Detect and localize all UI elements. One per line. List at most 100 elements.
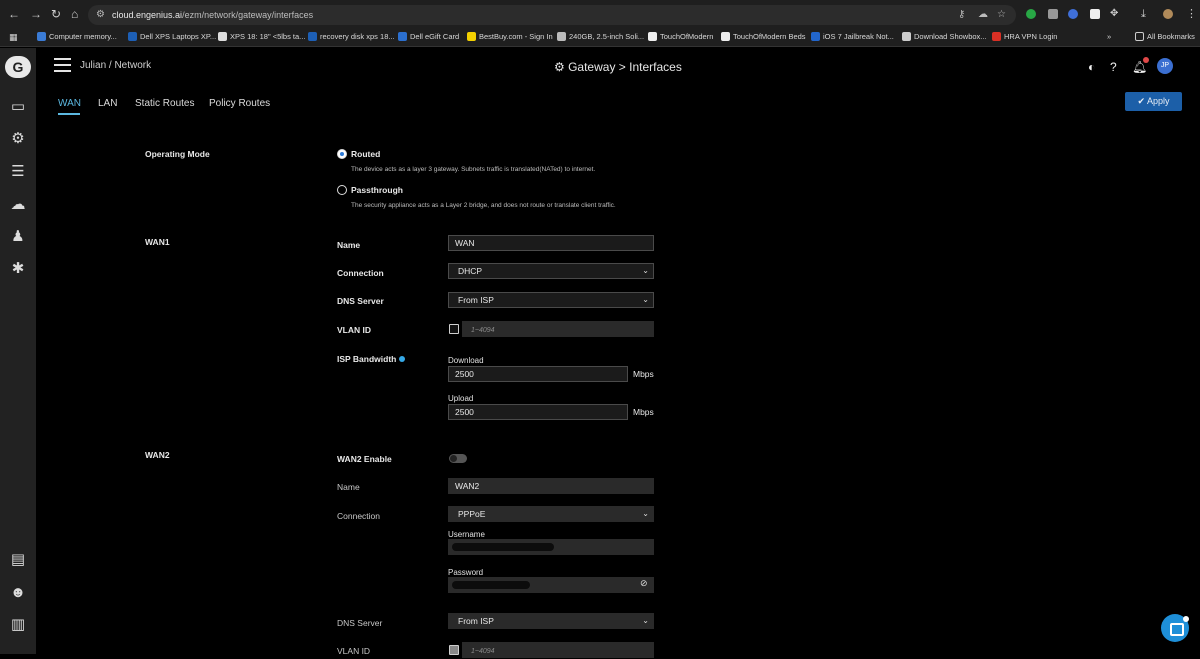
tab-wan[interactable]: WAN [58, 98, 81, 109]
extension-icon[interactable] [1068, 9, 1078, 19]
avatar[interactable]: JP [1157, 58, 1173, 74]
passthrough-label[interactable]: Passthrough [351, 185, 403, 195]
wan2-vlan-label: VLAN ID [337, 646, 371, 656]
breadcrumb[interactable]: Julian / Network [80, 60, 151, 71]
check-icon: ✔ [1137, 96, 1148, 106]
back-icon[interactable]: ← [8, 8, 20, 20]
gear-icon: ⚙ [554, 60, 569, 74]
bookmark[interactable]: BestBuy.com - Sign In [467, 32, 553, 41]
wan2-enable-toggle[interactable] [449, 454, 467, 463]
cloud-icon[interactable]: ☁ [978, 9, 988, 20]
username-label: Username [448, 530, 485, 539]
wan2-section-title: WAN2 [145, 450, 170, 460]
wan1-dns-select[interactable]: From ISP ⌄ [448, 292, 654, 308]
routed-radio[interactable] [337, 149, 347, 159]
list-icon[interactable]: ☰ [8, 163, 28, 181]
cloud-icon[interactable]: ☁ [8, 196, 28, 214]
magic-wand-icon[interactable]: ✱ [8, 260, 28, 278]
user-icon[interactable]: ♟ [8, 228, 28, 246]
upload-unit: Mbps [633, 407, 654, 417]
passthrough-description: The security appliance acts as a Layer 2… [351, 202, 616, 209]
site-info-icon[interactable]: ⚙ [96, 9, 105, 20]
tab-policy-routes[interactable]: Policy Routes [209, 98, 270, 109]
wan2-name-input[interactable]: WAN2 [448, 478, 654, 494]
extension-icon[interactable] [1026, 9, 1036, 19]
bookmark[interactable]: Download Showbox... [902, 32, 987, 41]
apps-grid-icon[interactable]: ▦ [9, 32, 18, 43]
chevron-right-icon[interactable]: » [1107, 32, 1111, 41]
chevron-down-icon: ⌄ [642, 266, 649, 275]
bookmark[interactable]: HRA VPN Login [992, 32, 1057, 41]
wan2-name-label: Name [337, 482, 360, 492]
reload-icon[interactable]: ↻ [51, 8, 61, 20]
bookmark[interactable]: iOS 7 Jailbreak Not... [811, 32, 894, 41]
chevron-down-icon: ⌄ [642, 295, 649, 304]
engenius-logo[interactable]: G [5, 56, 31, 78]
tab-lan[interactable]: LAN [98, 98, 117, 109]
info-icon[interactable] [399, 356, 406, 362]
browser-toolbar: ← → ↻ ⌂ ⚙ cloud.engenius.ai/ezm/network/… [0, 0, 1200, 28]
notification-badge [1143, 57, 1149, 63]
building-icon[interactable]: ▥ [8, 616, 28, 634]
wan1-dns-label: DNS Server [337, 296, 384, 306]
wan2-dns-label: DNS Server [337, 618, 383, 628]
hamburger-menu-icon[interactable] [54, 58, 71, 76]
wan1-vlan-input[interactable]: 1~4094 [462, 321, 654, 337]
download-label: Download [448, 356, 484, 365]
theme-toggle-icon[interactable]: ◐ [1088, 60, 1095, 74]
menu-icon[interactable]: ⋮ [1186, 8, 1197, 20]
bookmark[interactable]: XPS 18: 18" <5lbs ta... [218, 32, 305, 41]
wan1-connection-select[interactable]: DHCP ⌄ [448, 263, 654, 279]
home-icon[interactable]: ⌂ [71, 8, 78, 20]
wan2-connection-select[interactable]: PPPoE ⌄ [448, 506, 654, 522]
bookmark[interactable]: TouchOfModern [648, 32, 713, 41]
redacted-username [452, 543, 554, 551]
wan1-name-input[interactable]: WAN [448, 235, 654, 251]
download-icon[interactable]: ⤓ [1141, 8, 1146, 20]
url-host: cloud.engenius.ai [112, 10, 183, 20]
gear-icon[interactable]: ⚙ [8, 130, 28, 148]
extensions-puzzle-icon[interactable]: ✥ [1110, 8, 1118, 20]
bookmark[interactable]: recovery disk xps 18... [308, 32, 395, 41]
eye-slash-icon[interactable]: ⊘ [640, 578, 648, 589]
download-input[interactable]: 2500 [448, 366, 628, 382]
apply-button[interactable]: ✔ Apply [1125, 92, 1182, 111]
bookmarks-bar: ▦ Computer memory... Dell XPS Laptops XP… [0, 28, 1200, 47]
address-bar[interactable]: ⚙ cloud.engenius.ai/ezm/network/gateway/… [88, 5, 1016, 25]
routed-description: The device acts as a layer 3 gateway. Su… [351, 166, 596, 173]
url-path: /ezm/network/gateway/interfaces [182, 10, 314, 20]
wan1-vlan-checkbox[interactable] [449, 324, 459, 334]
bookmark[interactable]: Dell XPS Laptops XP... [128, 32, 216, 41]
monitor-icon[interactable]: ▭ [8, 98, 28, 116]
wan2-enable-label: WAN2 Enable [337, 454, 392, 464]
team-icon[interactable]: ☻ [8, 584, 28, 602]
password-label: Password [448, 568, 484, 577]
chevron-down-icon: ⌄ [642, 509, 649, 518]
wan2-vlan-input[interactable]: 1~4094 [462, 642, 654, 658]
chevron-down-icon: ⌄ [642, 616, 649, 625]
extension-icon[interactable] [1048, 9, 1058, 19]
wan1-section-title: WAN1 [145, 237, 170, 247]
routed-label[interactable]: Routed [351, 149, 380, 159]
report-icon[interactable]: ▤ [8, 551, 28, 569]
bookmark[interactable]: 240GB, 2.5-inch Soli... [557, 32, 644, 41]
bookmark[interactable]: Dell eGift Card [398, 32, 459, 41]
passthrough-radio[interactable] [337, 185, 347, 195]
wan2-dns-select[interactable]: From ISP ⌄ [448, 613, 654, 629]
upload-input[interactable]: 2500 [448, 404, 628, 420]
sidebar: G ▭ ⚙ ☰ ☁ ♟ ✱ ▤ ☻ ▥ [0, 48, 36, 654]
key-icon[interactable]: ⚷ [958, 9, 965, 20]
wan1-connection-label: Connection [337, 268, 384, 278]
tab-static-routes[interactable]: Static Routes [135, 98, 194, 109]
forward-icon[interactable]: → [30, 8, 42, 20]
bookmark[interactable]: Computer memory... [37, 32, 117, 41]
all-bookmarks[interactable]: All Bookmarks [1135, 32, 1195, 41]
wan1-vlan-label: VLAN ID [337, 325, 371, 335]
page-title: ⚙ Gateway > Interfaces [554, 60, 682, 74]
chat-notification-dot [1183, 616, 1189, 622]
help-icon[interactable]: ? [1110, 60, 1117, 74]
extension-icon[interactable] [1090, 9, 1100, 19]
star-icon[interactable]: ☆ [997, 9, 1006, 20]
bookmark[interactable]: TouchOfModern Beds [721, 32, 806, 41]
profile-icon[interactable] [1163, 9, 1173, 19]
